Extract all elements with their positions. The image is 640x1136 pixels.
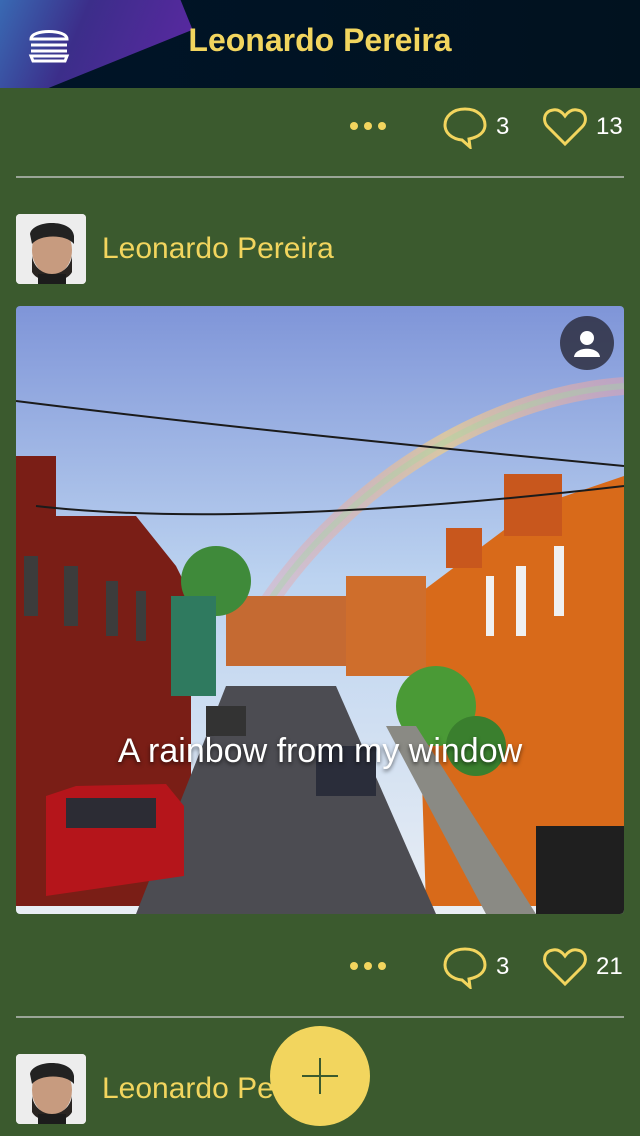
post-author[interactable]: Leonardo Pereira <box>102 232 334 266</box>
app-header: Leonardo Pereira <box>0 0 640 88</box>
post-header: Leonardo Pereira <box>16 214 624 284</box>
more-options-button[interactable] <box>350 122 390 132</box>
user-icon <box>574 331 600 357</box>
likes-count: 13 <box>596 113 623 140</box>
page-title: Leonardo Pereira <box>188 22 452 58</box>
divider <box>16 176 624 178</box>
more-options-button[interactable] <box>350 962 390 972</box>
comment-icon <box>443 947 487 989</box>
avatar[interactable] <box>16 1054 86 1124</box>
heart-icon <box>543 948 587 987</box>
divider <box>16 1016 624 1018</box>
post-caption: A rainbow from my window <box>117 732 523 770</box>
heart-icon <box>543 108 587 147</box>
comments-count: 3 <box>496 953 510 980</box>
comments-count: 3 <box>496 113 510 140</box>
post-image[interactable]: A rainbow from my window <box>16 306 624 914</box>
plus-icon <box>302 1058 338 1094</box>
tagged-user-button[interactable] <box>560 316 614 370</box>
comment-icon <box>443 107 487 149</box>
likes-button[interactable]: 21 <box>542 946 624 988</box>
add-post-button[interactable] <box>270 1026 370 1126</box>
comments-button[interactable]: 3 <box>442 945 524 989</box>
post-actions: 3 21 <box>16 930 624 1004</box>
comments-button[interactable]: 3 <box>442 105 524 149</box>
post-actions-top: 3 13 <box>16 90 624 164</box>
avatar[interactable] <box>16 214 86 284</box>
likes-count: 21 <box>596 953 623 980</box>
street-rainbow-photo <box>16 306 624 914</box>
likes-button[interactable]: 13 <box>542 106 624 148</box>
